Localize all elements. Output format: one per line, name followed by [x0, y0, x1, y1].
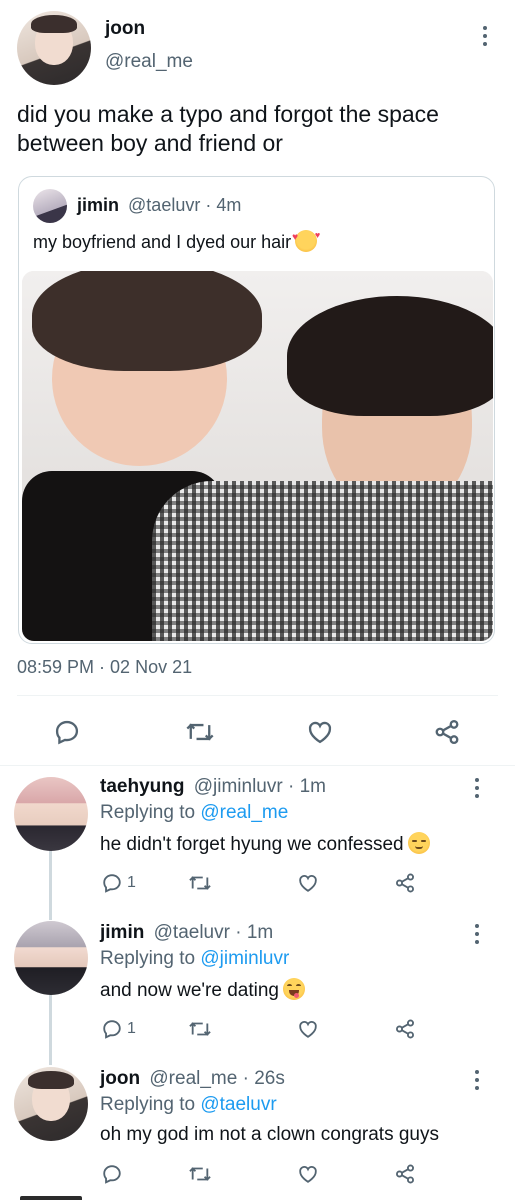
- reply-icon: [103, 1165, 121, 1184]
- tweet-text: did you make a typo and forgot the space…: [17, 101, 439, 156]
- reply-avatar[interactable]: [14, 921, 88, 995]
- quoted-media-image[interactable]: [22, 271, 493, 641]
- share-icon: [396, 873, 414, 893]
- reply-avatar[interactable]: [14, 777, 88, 851]
- retweet-icon: [186, 723, 214, 741]
- reply-tweet[interactable]: joon @real_me · 26s Replying to @taeluvr…: [0, 1062, 515, 1200]
- quoted-author-meta: @taeluvr · 4m: [128, 195, 242, 215]
- retweet-button[interactable]: [185, 718, 215, 746]
- reply-display-name[interactable]: joon: [100, 1068, 140, 1089]
- photo-person-right: [152, 271, 493, 641]
- reply-text: he didn't forget hyung we confessed: [100, 834, 404, 855]
- heart-icon: [308, 721, 332, 744]
- replying-to-handle[interactable]: @jiminluvr: [200, 948, 289, 969]
- reply-meta[interactable]: @taeluvr · 1m: [154, 922, 274, 943]
- main-action-bar: [0, 712, 515, 752]
- replying-to-label: Replying to: [100, 1094, 196, 1115]
- share-button[interactable]: [394, 1163, 416, 1185]
- reply-avatar[interactable]: [14, 1067, 88, 1141]
- quoted-author-avatar: [33, 189, 67, 223]
- replying-to-handle[interactable]: @taeluvr: [200, 1094, 276, 1115]
- reply-icon: [55, 720, 79, 745]
- more-options-icon[interactable]: [474, 924, 480, 944]
- next-tweet-peek: [20, 1196, 82, 1200]
- reply-button[interactable]: 1: [101, 872, 136, 894]
- author-avatar[interactable]: [17, 11, 91, 85]
- share-button[interactable]: [394, 872, 416, 894]
- relieved-face-emoji: [407, 832, 430, 854]
- tweet-timestamp[interactable]: 08:59 PM · 02 Nov 21: [17, 657, 192, 678]
- reply-button[interactable]: [53, 718, 81, 746]
- reply-count: 1: [127, 1020, 136, 1037]
- reply-display-name[interactable]: taehyung: [100, 776, 184, 797]
- reply-text: and now we're dating: [100, 980, 279, 1001]
- retweet-icon: [189, 876, 211, 890]
- face-savoring-food-emoji: [282, 978, 305, 1000]
- reply-count: 1: [127, 874, 136, 891]
- replying-to-handle[interactable]: @real_me: [200, 802, 288, 823]
- reply-meta[interactable]: @jiminluvr · 1m: [194, 776, 326, 797]
- share-icon: [396, 1019, 414, 1039]
- reply-display-name[interactable]: jimin: [100, 922, 144, 943]
- quoted-tweet-card[interactable]: jimin @taeluvr · 4m my boyfriend and I d…: [18, 176, 495, 644]
- reply-icon: [103, 874, 121, 893]
- reply-tweet[interactable]: jimin @taeluvr · 1m Replying to @jiminlu…: [0, 916, 515, 1056]
- like-button[interactable]: [297, 1163, 319, 1185]
- replying-to-label: Replying to: [100, 948, 196, 969]
- reply-icon: [103, 1020, 121, 1039]
- more-options-icon[interactable]: [474, 1070, 480, 1090]
- retweet-icon: [189, 1167, 211, 1181]
- quoted-author-name: jimin: [77, 195, 120, 215]
- divider: [17, 695, 498, 696]
- author-handle[interactable]: @real_me: [105, 51, 193, 73]
- heart-icon: [299, 1020, 317, 1038]
- quoted-tweet-text: my boyfriend and I dyed our hair: [33, 232, 292, 252]
- retweet-button[interactable]: [188, 1018, 212, 1040]
- retweet-button[interactable]: [188, 1163, 212, 1185]
- replying-to-label: Replying to: [100, 802, 196, 823]
- divider: [0, 765, 515, 766]
- reply-text: oh my god im not a clown congrats guys: [100, 1124, 440, 1145]
- share-icon: [435, 719, 459, 745]
- retweet-icon: [189, 1022, 211, 1036]
- like-button[interactable]: [306, 718, 334, 746]
- reply-tweet[interactable]: taehyung @jiminluvr · 1m Replying to @re…: [0, 770, 515, 910]
- share-button[interactable]: [394, 1018, 416, 1040]
- smiling-face-with-hearts-emoji: ♥ ♥: [292, 230, 320, 252]
- author-display-name[interactable]: joon: [105, 18, 145, 40]
- retweet-button[interactable]: [188, 872, 212, 894]
- reply-button[interactable]: [101, 1163, 123, 1185]
- reply-meta[interactable]: @real_me · 26s: [149, 1068, 284, 1089]
- reply-button[interactable]: 1: [101, 1018, 136, 1040]
- like-button[interactable]: [297, 1018, 319, 1040]
- heart-icon: [299, 874, 317, 892]
- more-options-icon[interactable]: [482, 26, 488, 46]
- share-icon: [396, 1164, 414, 1184]
- like-button[interactable]: [297, 872, 319, 894]
- share-button[interactable]: [433, 718, 461, 746]
- heart-icon: [299, 1165, 317, 1183]
- more-options-icon[interactable]: [474, 778, 480, 798]
